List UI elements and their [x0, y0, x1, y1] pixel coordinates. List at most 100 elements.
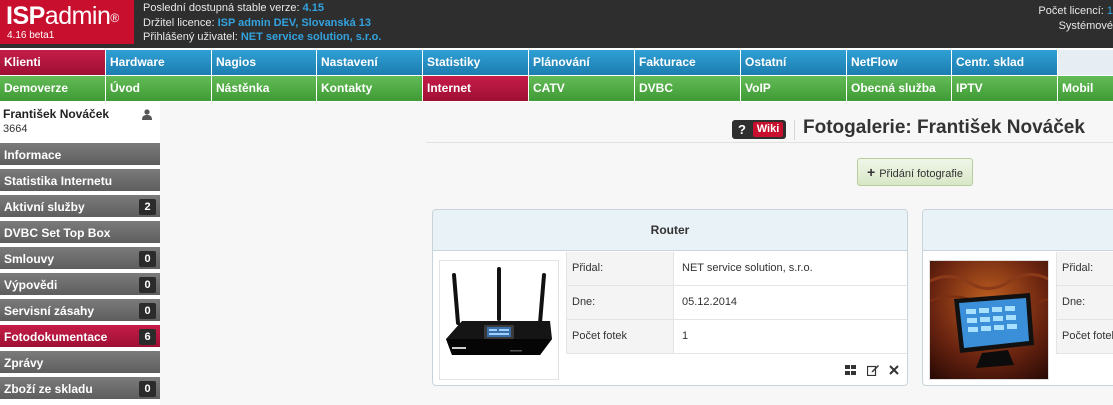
submenu-voip[interactable]: VoIP — [741, 76, 847, 101]
submenu-mobil[interactable]: Mobil — [1058, 76, 1113, 101]
sidebar-item-aktivni-sluzby[interactable]: Aktivní služby 2 — [0, 195, 160, 219]
gallery-card: Router Přidal: NET service solution, s.r… — [432, 209, 908, 386]
submenu-iptv[interactable]: IPTV — [952, 76, 1058, 101]
page-title-bar: ? Wiki Fotogalerie: František Nováček — [426, 116, 1113, 143]
app-header: ISPadmin® 4.16 beta1 Poslední dostupná s… — [0, 0, 1113, 48]
edit-icon[interactable] — [866, 364, 879, 376]
stable-version-link[interactable]: 4.15 — [303, 2, 324, 14]
submenu-nastenka[interactable]: Nástěnka — [212, 76, 317, 101]
menu-statistiky[interactable]: Statistiky — [423, 50, 529, 75]
plus-icon: + — [867, 164, 876, 180]
submenu-kontakty[interactable]: Kontakty — [317, 76, 423, 101]
terminal-photo-thumbnail[interactable] — [929, 260, 1049, 380]
submenu-obecna-sluzba[interactable]: Obecná služba — [847, 76, 952, 101]
meta-value: 05.12.2014 — [682, 296, 738, 308]
sidebar-item-label: Fotodokumentace — [4, 330, 108, 344]
submenu-uvod[interactable]: Úvod — [106, 76, 212, 101]
card-actions — [839, 362, 900, 376]
user-icon[interactable] — [142, 109, 152, 120]
gallery-card-title[interactable]: Router — [433, 210, 907, 251]
menu-hardware[interactable]: Hardware — [106, 50, 212, 75]
logo-text-bold: ISP — [6, 2, 45, 30]
ispadmin-logo[interactable]: ISPadmin® 4.16 beta1 — [0, 0, 134, 44]
sidebar-item-informace[interactable]: Informace — [0, 143, 160, 167]
sidebar-item-dvbc-set-top-box[interactable]: DVBC Set Top Box — [0, 221, 160, 245]
sidebar-item-label: Zboží ze skladu — [4, 382, 93, 396]
meta-label: Dne: — [1056, 286, 1113, 319]
sidebar-item-zbozi-ze-skladu[interactable]: Zboží ze skladu 0 — [0, 377, 160, 401]
count-badge: 6 — [139, 329, 156, 345]
submenu-internet[interactable]: Internet — [423, 76, 529, 101]
menu-fakturace[interactable]: Fakturace — [635, 50, 741, 75]
gallery-meta: Přidal: Dne: Počet fotek — [1056, 252, 1113, 354]
menu-centr-sklad[interactable]: Centr. sklad — [952, 50, 1058, 75]
sidebar-item-vypovedi[interactable]: Výpovědi 0 — [0, 273, 160, 297]
count-badge: 0 — [139, 251, 156, 267]
count-badge: 0 — [139, 277, 156, 293]
question-icon: ? — [738, 122, 746, 137]
license-holder: ISP admin DEV, Slovanská 13 — [217, 16, 372, 29]
add-photo-button[interactable]: + Přidání fotografie — [857, 158, 973, 186]
sidebar-item-statistika-internetu[interactable]: Statistika Internetu — [0, 169, 160, 193]
system-label[interactable]: Systémové — [1033, 19, 1113, 34]
licence-count-label: Počet licencí: — [1038, 5, 1107, 17]
sidebar-item-smlouvy[interactable]: Smlouvy 0 — [0, 247, 160, 271]
page-title: Fotogalerie: František Nováček — [803, 117, 1085, 138]
logo-text: admin — [44, 2, 111, 30]
main-menu: Klienti Hardware Nagios Nastavení Statis… — [0, 50, 1113, 75]
menu-netflow[interactable]: NetFlow — [847, 50, 952, 75]
gallery-card: Přidal: Dne: Počet fotek — [922, 209, 1113, 386]
wiki-label: Wiki — [753, 122, 783, 137]
meta-row-date: Dne: — [1056, 286, 1113, 320]
sidebar-item-fotodokumentace[interactable]: Fotodokumentace 6 — [0, 325, 160, 349]
sidebar-item-zpravy[interactable]: Zprávy — [0, 351, 160, 375]
sidebar-item-label: Informace — [4, 148, 62, 162]
logged-user[interactable]: NET service solution, s.r.o. — [241, 31, 382, 43]
sidebar-item-servisni-zasahy[interactable]: Servisní zásahy 0 — [0, 299, 160, 323]
submenu-catv[interactable]: CATV — [529, 76, 635, 101]
sidebar-item-label: Statistika Internetu — [4, 174, 113, 188]
menu-planovani[interactable]: Plánování — [529, 50, 635, 75]
sidebar-item-label: Aktivní služby — [4, 200, 85, 214]
meta-label: Přidal: — [566, 252, 674, 285]
header-info: Poslední dostupná stable verze: 4.15 Drž… — [143, 1, 381, 45]
menu-klienti[interactable]: Klienti — [0, 50, 106, 75]
menu-ostatni[interactable]: Ostatní — [741, 50, 847, 75]
client-name[interactable]: František Nováček — [3, 107, 109, 121]
sidebar-item-label: Zprávy — [4, 356, 44, 370]
gallery-meta: Přidal: NET service solution, s.r.o. Dne… — [566, 252, 907, 354]
terminal-image — [929, 261, 1049, 379]
sidebar-item-label: DVBC Set Top Box — [4, 226, 111, 240]
meta-label: Přidal: — [1056, 252, 1113, 285]
wiki-button[interactable]: ? Wiki — [732, 120, 786, 139]
count-badge: 0 — [139, 303, 156, 319]
meta-label: Počet fotek — [1056, 320, 1113, 353]
client-info: František Nováček 3664 — [0, 102, 160, 142]
license-label: Držitel licence: — [143, 16, 218, 29]
meta-label: Počet fotek — [566, 320, 674, 353]
app-version: 4.16 beta1 — [7, 30, 55, 41]
sidebar-item-label: Výpovědi — [4, 278, 58, 292]
router-image — [440, 261, 558, 379]
meta-row-added-by: Přidal: — [1056, 252, 1113, 286]
meta-value: 1 — [682, 330, 689, 342]
client-id: 3664 — [3, 123, 28, 135]
sub-menu: Demoverze Úvod Nástěnka Kontakty Interne… — [0, 76, 1113, 101]
gallery-card-title[interactable] — [923, 210, 1113, 251]
meta-row-photo-count: Počet fotek 1 — [566, 320, 907, 354]
add-photo-label: Přidání fotografie — [879, 168, 963, 180]
menu-nagios[interactable]: Nagios — [212, 50, 317, 75]
count-badge: 2 — [139, 199, 156, 215]
count-badge: 0 — [139, 381, 156, 397]
meta-value: NET service solution, s.r.o. — [682, 262, 813, 274]
licence-count-value: 1 — [1106, 5, 1113, 17]
router-photo-thumbnail[interactable] — [439, 260, 559, 380]
submenu-demoverze[interactable]: Demoverze — [0, 76, 106, 101]
meta-row-date: Dne: 05.12.2014 — [566, 286, 907, 320]
delete-icon[interactable] — [888, 364, 900, 376]
user-label: Přihlášený uživatel: — [143, 31, 241, 43]
menu-nastaveni[interactable]: Nastavení — [317, 50, 423, 75]
submenu-dvbc[interactable]: DVBC — [635, 76, 741, 101]
grid-view-icon[interactable] — [845, 364, 857, 376]
logo-registered: ® — [110, 11, 119, 25]
